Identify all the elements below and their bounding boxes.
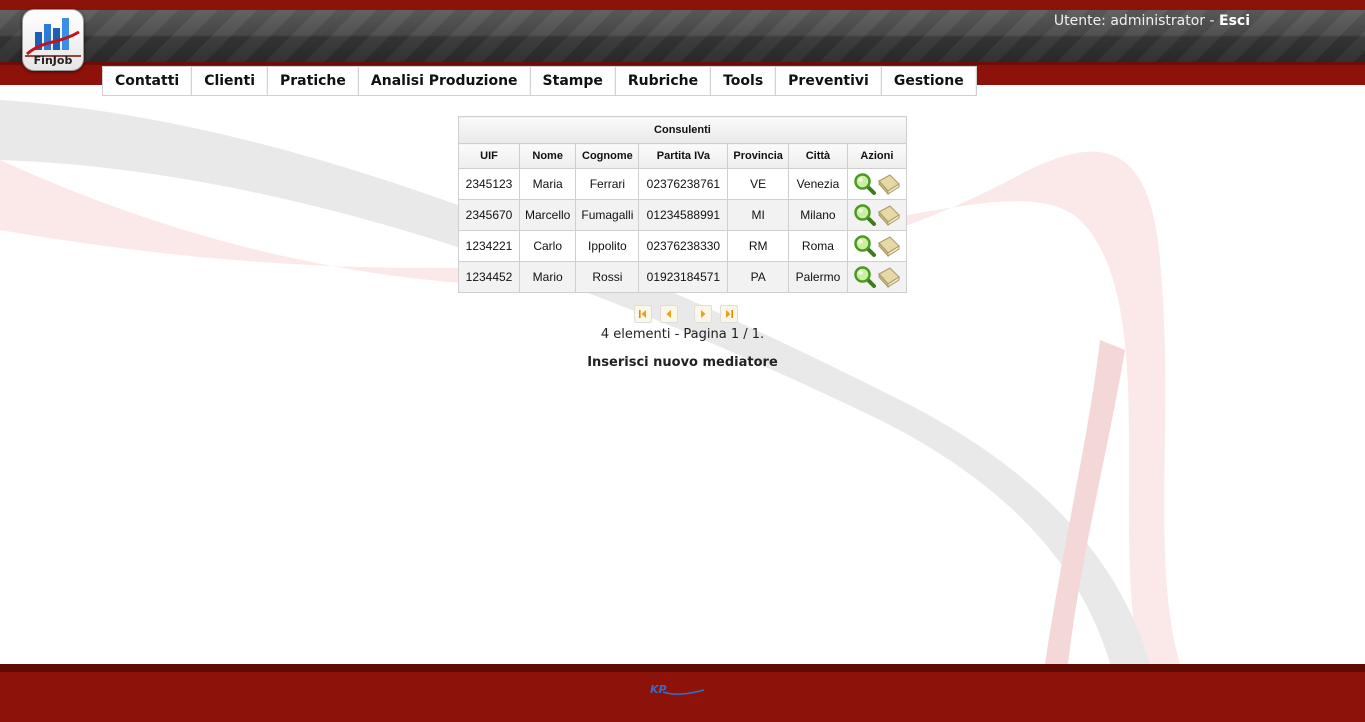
cell-cognome: Fumagalli xyxy=(575,199,640,231)
cell-piva: 02376238761 xyxy=(638,168,729,200)
cell-cognome: Ferrari xyxy=(575,168,640,200)
cell-nome: Mario xyxy=(518,261,577,293)
col-header-provincia[interactable]: Provincia xyxy=(727,143,789,169)
cell-piva: 01923184571 xyxy=(638,261,729,293)
cell-citta: Milano xyxy=(787,199,848,231)
nav-item-tools[interactable]: Tools xyxy=(711,67,777,95)
nav-item-analisi-produzione[interactable]: Analisi Produzione xyxy=(358,67,531,95)
nav-item-clienti[interactable]: Clienti xyxy=(192,67,269,95)
cell-uif: 1234452 xyxy=(458,261,520,293)
new-mediator-link[interactable]: Inserisci nuovo mediatore xyxy=(0,355,1365,370)
top-red-strip xyxy=(0,0,1365,10)
col-header-azioni: Azioni xyxy=(846,143,907,169)
cell-provincia: MI xyxy=(727,199,789,231)
logout-link[interactable]: Esci xyxy=(1219,13,1250,29)
prev-page-icon xyxy=(666,310,671,318)
cell-azioni xyxy=(846,261,907,293)
logo-text: FinJob xyxy=(33,54,73,67)
prev-page-button[interactable] xyxy=(660,305,678,323)
cell-citta: Venezia xyxy=(787,168,848,200)
nav-item-rubriche[interactable]: Rubriche xyxy=(615,67,712,95)
cell-azioni xyxy=(846,230,907,262)
table-row: 2345123 Maria Ferrari 02376238761 VE Venezia xyxy=(458,168,907,200)
consulenti-table: Consulenti UIF Nome Cognome Partita IVa … xyxy=(458,116,907,293)
first-page-icon xyxy=(639,310,646,318)
table-header-row: UIF Nome Cognome Partita IVa Provincia C… xyxy=(458,143,907,169)
pager xyxy=(634,305,746,323)
footer-logo-text: KP xyxy=(650,683,667,696)
cell-nome: Carlo xyxy=(518,230,577,262)
magnifier-icon[interactable] xyxy=(853,234,877,258)
next-page-button[interactable] xyxy=(694,305,712,323)
cell-citta: Roma xyxy=(787,230,848,262)
cell-uif: 2345670 xyxy=(458,199,520,231)
magnifier-icon[interactable] xyxy=(853,203,877,227)
col-header-citta[interactable]: Città xyxy=(787,143,848,169)
finjob-logo[interactable]: FinJob xyxy=(22,9,84,71)
cell-cognome: Rossi xyxy=(575,261,640,293)
consulenti-table-wrap: Consulenti UIF Nome Cognome Partita IVa … xyxy=(458,116,907,293)
table-caption: Consulenti xyxy=(458,116,907,144)
cell-piva: 01234588991 xyxy=(638,199,729,231)
cell-provincia: VE xyxy=(727,168,789,200)
main-nav: Contatti Clienti Pratiche Analisi Produz… xyxy=(102,66,977,96)
nav-item-pratiche[interactable]: Pratiche xyxy=(268,67,359,95)
cell-cognome: Ippolito xyxy=(575,230,640,262)
cell-citta: Palermo xyxy=(787,261,848,293)
first-page-button[interactable] xyxy=(634,305,652,323)
kp-footer-logo: KP xyxy=(650,683,705,696)
cell-provincia: RM xyxy=(727,230,789,262)
cell-uif: 1234221 xyxy=(458,230,520,262)
next-page-icon xyxy=(701,310,706,318)
book-icon[interactable] xyxy=(877,172,901,196)
table-row: 1234452 Mario Rossi 01923184571 PA Palermo xyxy=(458,261,907,293)
magnifier-icon[interactable] xyxy=(853,265,877,289)
last-page-icon xyxy=(726,310,733,318)
pager-info: 4 elementi - Pagina 1 / 1. xyxy=(600,327,765,342)
cell-piva: 02376238330 xyxy=(638,230,729,262)
cell-azioni xyxy=(846,168,907,200)
cell-provincia: PA xyxy=(727,261,789,293)
col-header-partita-iva[interactable]: Partita IVa xyxy=(638,143,729,169)
nav-item-gestione[interactable]: Gestione xyxy=(881,67,976,95)
book-icon[interactable] xyxy=(877,265,901,289)
nav-item-stampe[interactable]: Stampe xyxy=(530,67,616,95)
col-header-cognome[interactable]: Cognome xyxy=(575,143,640,169)
col-header-uif[interactable]: UIF xyxy=(458,143,520,169)
cell-nome: Marcello xyxy=(518,199,577,231)
book-icon[interactable] xyxy=(877,203,901,227)
nav-item-contatti[interactable]: Contatti xyxy=(103,67,193,95)
book-icon[interactable] xyxy=(877,234,901,258)
col-header-nome[interactable]: Nome xyxy=(518,143,577,169)
last-page-button[interactable] xyxy=(720,305,738,323)
cell-uif: 2345123 xyxy=(458,168,520,200)
cell-nome: Maria xyxy=(518,168,577,200)
table-row: 2345670 Marcello Fumagalli 01234588991 MI Mil… xyxy=(458,199,907,231)
cell-azioni xyxy=(846,199,907,231)
table-row: 1234221 Carlo Ippolito 02376238330 RM Roma xyxy=(458,230,907,262)
user-label: Utente: administrator - xyxy=(1053,13,1219,29)
nav-item-preventivi[interactable]: Preventivi xyxy=(776,67,882,95)
magnifier-icon[interactable] xyxy=(853,172,877,196)
user-info: Utente: administrator - Esci xyxy=(1054,13,1250,29)
